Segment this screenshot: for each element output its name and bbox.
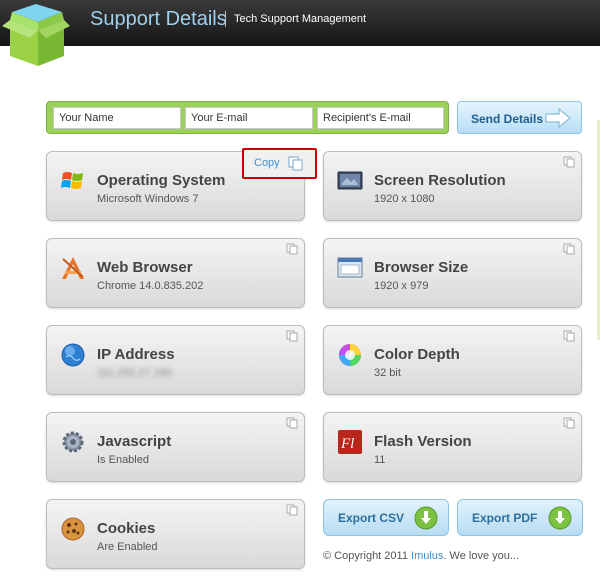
copy-icon[interactable] (286, 243, 298, 255)
globe-icon (61, 343, 85, 367)
send-details-button[interactable]: Send Details (457, 101, 582, 134)
card-value: Microsoft Windows 7 (97, 193, 199, 205)
flash-icon: Fl (338, 430, 362, 454)
card-value: 1920 x 979 (374, 280, 429, 292)
send-details-form (46, 101, 449, 134)
copy-icon[interactable] (563, 156, 575, 168)
card-flash-version: Fl Flash Version 11 (323, 412, 582, 482)
card-value: 11 (374, 454, 386, 466)
card-title: Flash Version (374, 433, 472, 450)
card-title: Operating System (97, 172, 226, 189)
app-subtitle: Tech Support Management (234, 13, 367, 25)
card-title: Javascript (97, 433, 172, 450)
copy-button[interactable]: Copy (242, 148, 317, 179)
card-value: Chrome 14.0.835.202 (97, 280, 204, 292)
card-cookies: Cookies Are Enabled (46, 499, 305, 569)
cookie-icon (61, 517, 85, 541)
card-value: Is Enabled (97, 454, 149, 466)
card-web-browser: Web Browser Chrome 14.0.835.202 (46, 238, 305, 308)
window-icon (337, 257, 363, 278)
card-ip-address: IP Address 111.255.27.160 (46, 325, 305, 395)
imulus-link[interactable]: Imulus (411, 550, 443, 562)
export-pdf-label: Export PDF (472, 511, 538, 525)
box-logo-icon (2, 4, 70, 66)
title-separator (225, 11, 226, 27)
arrow-right-icon (545, 108, 571, 128)
export-csv-button[interactable]: Export CSV (323, 499, 449, 536)
copy-icon[interactable] (563, 330, 575, 342)
export-csv-label: Export CSV (338, 511, 405, 525)
card-color-depth: Color Depth 32 bit (323, 325, 582, 395)
copy-icon[interactable] (286, 504, 298, 516)
header-bar: Support Details Tech Support Management (0, 0, 600, 46)
footer-copyright: © Copyright 2011 Imulus. We love you... (323, 550, 519, 562)
copy-icon (288, 156, 303, 171)
copy-icon[interactable] (563, 417, 575, 429)
footer-suffix: . We love you... (443, 550, 520, 562)
card-title: Cookies (97, 520, 156, 537)
footer-prefix: © Copyright 2011 (323, 550, 412, 562)
browser-app-icon (62, 257, 84, 279)
card-value: 111.255.27.160 (97, 367, 172, 379)
card-title: Browser Size (374, 259, 469, 276)
copy-icon[interactable] (563, 243, 575, 255)
card-title: Web Browser (97, 259, 193, 276)
card-value: 32 bit (374, 367, 401, 379)
card-value: Are Enabled (97, 541, 158, 553)
card-value: 1920 x 1080 (374, 193, 435, 205)
copy-label: Copy (254, 157, 280, 169)
name-input[interactable] (53, 107, 181, 129)
recipient-email-input[interactable] (317, 107, 444, 129)
card-screen-resolution: Screen Resolution 1920 x 1080 (323, 151, 582, 221)
copy-icon[interactable] (286, 417, 298, 429)
send-details-label: Send Details (471, 112, 544, 126)
windows-icon (61, 172, 83, 189)
card-javascript: Javascript Is Enabled (46, 412, 305, 482)
card-browser-size: Browser Size 1920 x 979 (323, 238, 582, 308)
card-title: IP Address (97, 346, 175, 363)
card-title: Color Depth (374, 346, 460, 363)
app-title: Support Details (90, 8, 227, 30)
color-wheel-icon (339, 344, 361, 366)
download-icon (548, 506, 572, 530)
download-icon (414, 506, 438, 530)
copy-icon[interactable] (286, 330, 298, 342)
gear-icon (62, 431, 84, 453)
export-pdf-button[interactable]: Export PDF (457, 499, 583, 536)
monitor-icon (337, 171, 363, 190)
svg-text:Fl: Fl (340, 436, 354, 452)
card-title: Screen Resolution (374, 172, 506, 189)
email-input[interactable] (185, 107, 313, 129)
